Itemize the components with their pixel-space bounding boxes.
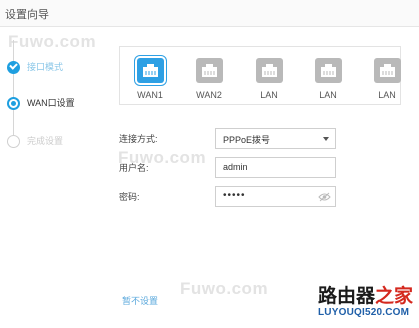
site-logo: 路由器之家 LUYOUQI520.COM [318,287,414,319]
port-lan2[interactable]: LAN [308,58,348,100]
pending-step-icon [7,135,20,148]
password-input[interactable]: ••••• [215,186,336,207]
ethernet-port-icon [195,58,223,83]
username-label: 用户名: [119,163,149,173]
step-label: 接口模式 [27,62,64,72]
ethernet-port-icon [373,58,401,83]
connection-type-value: PPPoE拨号 [223,135,271,145]
password-label: 密码: [119,192,140,202]
window-title: 设置向导 [5,9,49,21]
port-lan3[interactable]: LAN [367,58,407,100]
check-icon [7,61,20,74]
port-label: LAN [319,90,337,100]
password-value: ••••• [223,190,246,201]
eye-slash-icon[interactable] [318,192,331,204]
port-label: LAN [378,90,396,100]
window-header: 设置向导 [0,0,419,27]
ethernet-port-icon [314,58,342,83]
ethernet-port-icon [255,58,283,83]
current-step-icon [7,97,20,110]
steps-connector [13,40,14,142]
port-label: LAN [260,90,278,100]
port-label: WAN1 [137,90,163,100]
logo-url: LUYOUQI520.COM [318,307,410,318]
username-input[interactable]: admin [215,157,336,178]
connection-type-select[interactable]: PPPoE拨号 [215,128,336,149]
port-label: WAN2 [196,90,222,100]
connection-type-label: 连接方式: [119,134,158,144]
port-lan1[interactable]: LAN [249,58,289,100]
ethernet-port-icon [136,58,164,83]
watermark: Fuwo.com [180,279,269,298]
port-wan2[interactable]: WAN2 [189,58,229,100]
step-label: WAN口设置 [27,98,75,108]
port-selector: WAN1 WAN2 LAN LAN LAN [119,46,401,105]
logo-name: 路由器之家 [318,287,414,307]
skip-setup-link[interactable]: 暂不设置 [122,294,158,307]
step-label: 完成设置 [27,136,64,146]
logo-name-black: 路由器 [318,286,376,307]
username-value: admin [223,162,248,172]
dropdown-arrow-icon [323,137,329,141]
logo-name-red: 之家 [375,286,414,307]
port-wan1[interactable]: WAN1 [130,58,170,100]
